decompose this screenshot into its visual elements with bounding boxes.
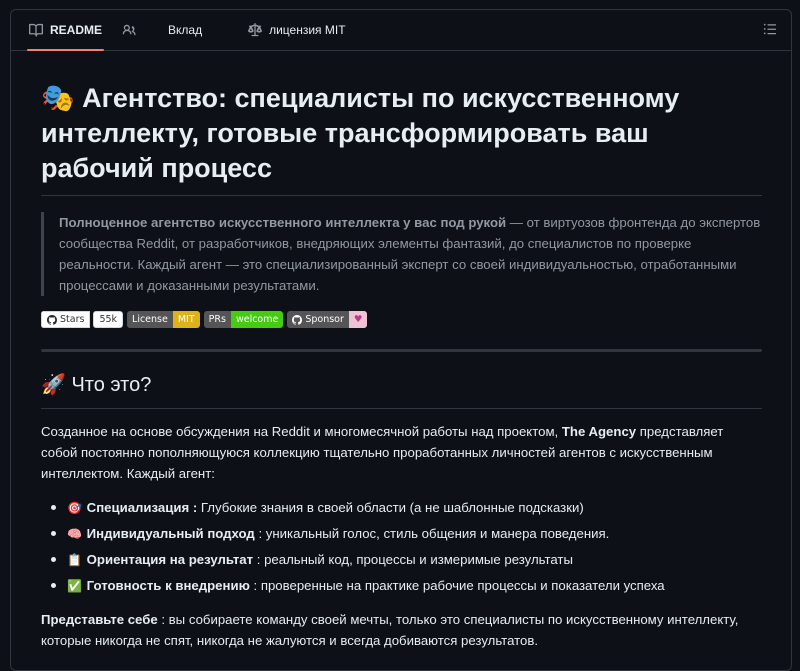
list-item: 🧠 Индивидуальный подход : уникальный гол… (51, 521, 762, 547)
sponsor-badge[interactable]: Sponsor ♥ (287, 311, 368, 328)
prs-badge[interactable]: PRs welcome (203, 311, 284, 328)
github-icon (292, 314, 303, 325)
rocket-icon: 🚀 (41, 372, 66, 396)
list-item: 🎯 Специализация : Глубокие знания в свое… (51, 495, 762, 521)
book-icon (29, 23, 43, 37)
intro-before: Созданное на основе обсуждения на Reddit… (41, 424, 562, 439)
readme-panel: README Вклад лицензия MIT 🎭 Агентство: с… (10, 9, 792, 671)
list-unordered-icon (763, 23, 777, 35)
prs-badge-label: PRs (203, 311, 231, 328)
stars-badge-label-box: Stars (41, 311, 91, 328)
target-icon: 🎯 (67, 501, 82, 515)
list-item-bold: Ориентация на результат (86, 552, 254, 567)
github-icon (47, 314, 57, 325)
heart-icon: ♥ (348, 311, 368, 328)
list-item-text: : проверенные на практике рабочие процес… (249, 578, 665, 593)
feature-list: 🎯 Специализация : Глубокие знания в свое… (41, 495, 762, 599)
intro-paragraph: Созданное на основе обсуждения на Reddit… (41, 421, 762, 484)
section-heading-text: Что это? (71, 374, 152, 396)
outline-button[interactable] (763, 22, 777, 41)
performing-arts-icon: 🎭 (41, 83, 75, 114)
list-item-text: : реальный код, процессы и измеримые рез… (253, 552, 573, 567)
page-title-text: Агентство: специалисты по искусственному… (41, 83, 680, 183)
stars-badge-count: 55k (93, 311, 124, 328)
badge-row: Stars 55k License MIT PRs welcome Sponso… (41, 311, 762, 328)
tab-code-of-conduct[interactable] (112, 10, 154, 50)
tab-contributing[interactable]: Вклад (158, 10, 212, 50)
outro-bold: Представьте себе (41, 612, 158, 627)
tab-readme-label: README (50, 23, 103, 37)
people-icon (122, 24, 136, 36)
tab-readme[interactable]: README (19, 10, 112, 51)
list-item-bold: Специализация : (86, 500, 198, 515)
sponsor-badge-label-box: Sponsor (287, 311, 349, 328)
page-title: 🎭 Агентство: специалисты по искусственно… (41, 81, 762, 196)
intro-quote: Полноценное агентство искусственного инт… (41, 212, 762, 296)
list-item-bold: Готовность к внедрению (86, 578, 250, 593)
readme-content: 🎭 Агентство: специалисты по искусственно… (11, 81, 791, 651)
license-badge-label: License (127, 311, 173, 328)
tab-license-label: лицензия MIT (269, 23, 346, 37)
check-mark-icon: ✅ (67, 579, 82, 593)
list-item: ✅ Готовность к внедрению : проверенные н… (51, 573, 762, 599)
list-item-text: : уникальный голос, стиль общения и мане… (254, 526, 610, 541)
intro-quote-bold: Полноценное агентство искусственного инт… (59, 215, 507, 230)
section-heading: 🚀 Что это? (41, 369, 762, 409)
stars-badge-label: Stars (60, 314, 85, 325)
clipboard-icon: 📋 (67, 553, 82, 567)
tab-license[interactable]: лицензия MIT (238, 10, 355, 50)
stars-badge[interactable]: Stars 55k (41, 311, 124, 328)
law-icon (248, 23, 263, 37)
license-badge-value: MIT (172, 311, 200, 328)
readme-tab-bar: README Вклад лицензия MIT (11, 10, 791, 51)
brain-icon: 🧠 (67, 527, 82, 541)
prs-badge-value: welcome (230, 311, 284, 328)
outro-paragraph: Представьте себе : вы собираете команду … (41, 609, 762, 651)
tab-contributing-label: Вклад (168, 23, 203, 37)
intro-bold: The Agency (561, 424, 637, 439)
list-item: 📋 Ориентация на результат : реальный код… (51, 547, 762, 573)
sponsor-badge-label: Sponsor (305, 314, 344, 325)
section-divider (41, 349, 762, 352)
list-item-text: Глубокие знания в своей области (а не ша… (197, 500, 584, 515)
list-item-bold: Индивидуальный подход (86, 526, 255, 541)
license-badge[interactable]: License MIT (127, 311, 200, 328)
